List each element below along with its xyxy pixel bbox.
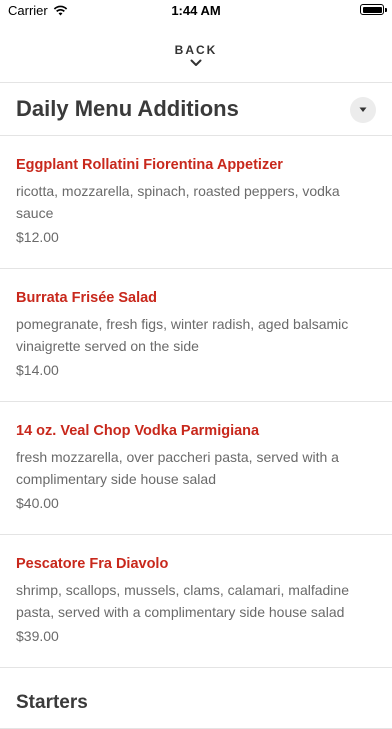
menu-item-name: Pescatore Fra Diavolo <box>16 556 169 572</box>
back-label: BACK <box>174 43 218 57</box>
section-dropdown-button[interactable] <box>350 97 376 123</box>
starters-section-header[interactable]: Starters <box>0 668 392 729</box>
battery-level <box>362 6 382 13</box>
menu-item[interactable]: Eggplant Rollatini Fiorentina Appetizer … <box>0 136 392 269</box>
menu-item-description: ricotta, mozzarella, spinach, roasted pe… <box>16 183 340 221</box>
menu-item-name: 14 oz. Veal Chop Vodka Parmigiana <box>16 423 260 439</box>
menu-item-description: fresh mozzarella, over paccheri pasta, s… <box>16 449 339 487</box>
chevron-down-icon <box>190 59 202 66</box>
menu-item-description: shrimp, scallops, mussels, clams, calama… <box>16 582 349 620</box>
menu-item-price: $12.00 <box>16 229 59 245</box>
menu-item-name: Burrata Frisée Salad <box>16 290 158 306</box>
menu-item[interactable]: Pescatore Fra Diavolo shrimp, scallops, … <box>0 535 392 668</box>
caret-down-icon <box>359 107 367 112</box>
status-bar: Carrier 1:44 AM <box>0 0 392 22</box>
starters-title: Starters <box>16 692 88 713</box>
status-time: 1:44 AM <box>171 3 221 18</box>
menu-item-list: Eggplant Rollatini Fiorentina Appetizer … <box>0 136 392 668</box>
menu-item-price: $39.00 <box>16 628 59 644</box>
menu-item-price: $14.00 <box>16 362 59 378</box>
section-header: Daily Menu Additions <box>0 83 392 136</box>
menu-item[interactable]: 14 oz. Veal Chop Vodka Parmigiana fresh … <box>0 402 392 535</box>
back-button[interactable]: BACK <box>0 22 392 83</box>
menu-item-description: pomegranate, fresh figs, winter radish, … <box>16 316 349 354</box>
battery-icon <box>360 4 387 15</box>
menu-item-price: $40.00 <box>16 495 59 511</box>
menu-item-name: Eggplant Rollatini Fiorentina Appetizer <box>16 157 283 173</box>
menu-item[interactable]: Burrata Frisée Salad pomegranate, fresh … <box>0 269 392 402</box>
section-title: Daily Menu Additions <box>16 96 239 121</box>
